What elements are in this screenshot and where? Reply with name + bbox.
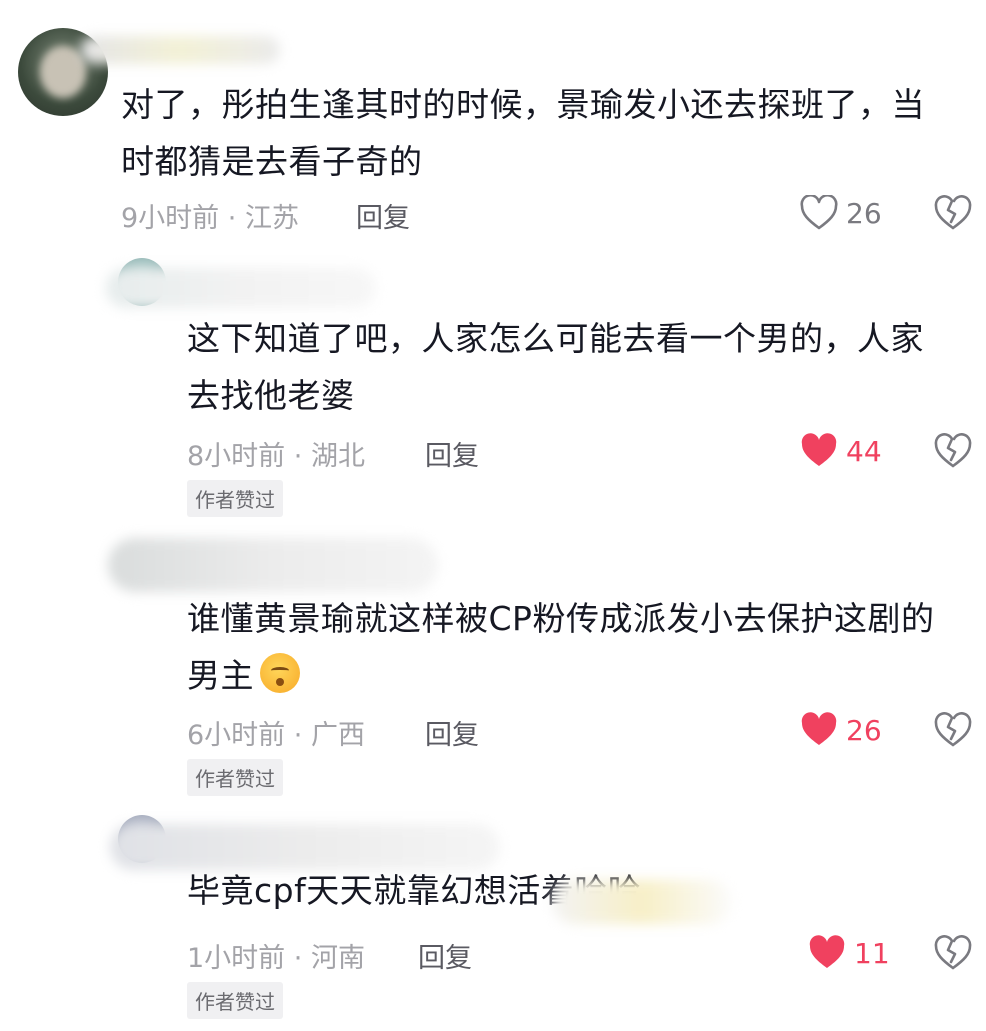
separator: ·: [293, 441, 303, 472]
like-count: 26: [846, 196, 882, 230]
reply-button[interactable]: 回复: [418, 936, 472, 975]
separator: ·: [227, 203, 237, 234]
blurred-avatar-and-username: [108, 538, 438, 592]
blurred-username: [80, 36, 280, 64]
heart-icon: [801, 712, 837, 745]
broken-heart-icon: [934, 935, 972, 970]
comment-meta: 8小时前 · 湖北: [187, 434, 365, 473]
location: 江苏: [244, 203, 299, 234]
author-liked-badge: 作者赞过: [187, 982, 283, 1019]
author-liked-badge: 作者赞过: [187, 480, 283, 517]
reply-button[interactable]: 回复: [356, 196, 410, 235]
comment-meta: 9小时前 · 江苏: [121, 196, 299, 235]
broken-heart-icon: [934, 712, 972, 747]
author-liked-badge: 作者赞过: [187, 759, 283, 796]
comment-text: 对了，彤拍生逢其时的时候，景瑜发小还去探班了，当 时都猜是去看子奇的: [121, 85, 925, 181]
blurred-username: [106, 268, 376, 308]
like-count: 11: [854, 936, 890, 970]
timestamp: 6小时前: [187, 720, 286, 751]
separator: ·: [293, 720, 303, 751]
blurred-emoji-overlay: [552, 880, 732, 924]
dislike-button[interactable]: [934, 433, 972, 473]
dislike-button[interactable]: [934, 195, 972, 235]
reply-button[interactable]: 回复: [425, 434, 479, 473]
comment-meta: 1小时前 · 河南: [187, 936, 365, 975]
timestamp: 9小时前: [121, 203, 220, 234]
separator: ·: [293, 943, 303, 974]
dislike-button[interactable]: [934, 935, 972, 975]
smiling-face-emoji-icon: [260, 653, 300, 693]
timestamp: 8小时前: [187, 441, 286, 472]
broken-heart-icon: [934, 195, 972, 230]
comment-text: 这下知道了吧，人家怎么可能去看一个男的，人家 去找他老婆: [187, 319, 924, 415]
comment-meta: 6小时前 · 广西: [187, 713, 365, 752]
like-button[interactable]: 11: [808, 935, 890, 971]
broken-heart-icon: [934, 433, 972, 468]
location: 湖北: [310, 441, 365, 472]
location: 广西: [310, 720, 365, 751]
reply-button[interactable]: 回复: [425, 713, 479, 752]
comment-text: 谁懂黄景瑜就这样被CP粉传成派发小去保护这剧的 男主: [187, 599, 935, 695]
like-count: 26: [846, 713, 882, 747]
like-count: 44: [846, 434, 882, 468]
like-button[interactable]: 26: [800, 712, 882, 748]
like-button[interactable]: 26: [800, 195, 882, 231]
like-button[interactable]: 44: [800, 433, 882, 469]
location: 河南: [310, 943, 365, 974]
heart-icon: [801, 433, 837, 466]
dislike-button[interactable]: [934, 712, 972, 752]
heart-icon: [800, 195, 838, 230]
heart-icon: [809, 935, 845, 968]
timestamp: 1小时前: [187, 943, 286, 974]
